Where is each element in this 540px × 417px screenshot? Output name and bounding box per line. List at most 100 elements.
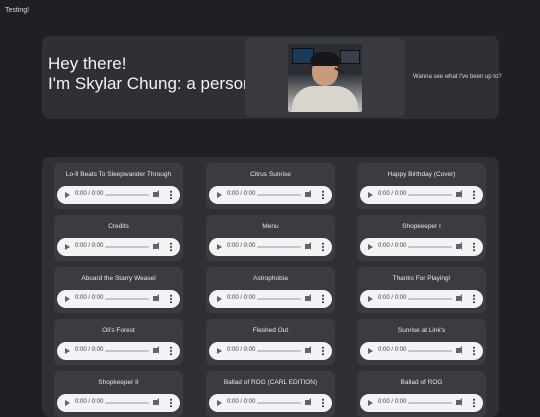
audio-player[interactable]: 0:00 / 0:00 <box>209 186 332 204</box>
volume-icon[interactable] <box>456 398 462 406</box>
seek-bar[interactable] <box>105 194 149 196</box>
seek-bar[interactable] <box>257 350 301 352</box>
audio-player[interactable]: 0:00 / 0:00 <box>360 186 483 204</box>
audio-player[interactable]: 0:00 / 0:00 <box>209 238 332 256</box>
track-title: Sunrise at Link's <box>397 327 446 334</box>
seek-bar[interactable] <box>257 402 301 404</box>
track-title: Lo-fi Beats To Sleepwander Through <box>65 171 172 178</box>
more-options-icon[interactable] <box>322 242 324 252</box>
seek-bar[interactable] <box>408 350 452 352</box>
play-icon[interactable] <box>368 296 373 302</box>
more-options-icon[interactable] <box>473 242 475 252</box>
volume-icon[interactable] <box>153 242 159 250</box>
play-icon[interactable] <box>368 348 373 354</box>
audio-grid: Lo-fi Beats To Sleepwander Through 0:00 /… <box>42 157 499 417</box>
audio-player[interactable]: 0:00 / 0:00 <box>57 186 180 204</box>
play-icon[interactable] <box>65 244 70 250</box>
track-card: Oli's Forest 0:00 / 0:00 <box>54 319 183 365</box>
time-display: 0:00 / 0:00 <box>75 347 104 353</box>
track-title: Happy Birthday (Cover) <box>387 171 456 178</box>
more-options-icon[interactable] <box>170 398 172 408</box>
more-options-icon[interactable] <box>170 346 172 356</box>
more-options-icon[interactable] <box>322 398 324 408</box>
projects-link[interactable]: Wanna see what I've been up to? <box>413 74 502 80</box>
volume-icon[interactable] <box>305 190 311 198</box>
volume-icon[interactable] <box>456 190 462 198</box>
more-options-icon[interactable] <box>170 294 172 304</box>
time-display: 0:00 / 0:00 <box>227 191 256 197</box>
volume-icon[interactable] <box>153 294 159 302</box>
volume-icon[interactable] <box>305 242 311 250</box>
volume-icon[interactable] <box>456 294 462 302</box>
more-options-icon[interactable] <box>170 242 172 252</box>
track-title: Ballad of ROG <box>400 379 443 386</box>
time-display: 0:00 / 0:00 <box>378 399 407 405</box>
volume-icon[interactable] <box>305 398 311 406</box>
more-options-icon[interactable] <box>473 398 475 408</box>
volume-icon[interactable] <box>153 398 159 406</box>
audio-player[interactable]: 0:00 / 0:00 <box>360 394 483 412</box>
audio-player[interactable]: 0:00 / 0:00 <box>209 342 332 360</box>
seek-bar[interactable] <box>257 298 301 300</box>
more-options-icon[interactable] <box>473 190 475 200</box>
time-display: 0:00 / 0:00 <box>227 399 256 405</box>
track-card: Happy Birthday (Cover) 0:00 / 0:00 <box>357 163 486 209</box>
seek-bar[interactable] <box>408 402 452 404</box>
volume-icon[interactable] <box>456 242 462 250</box>
play-icon[interactable] <box>217 192 222 198</box>
play-icon[interactable] <box>217 400 222 406</box>
play-icon[interactable] <box>65 192 70 198</box>
volume-icon[interactable] <box>305 294 311 302</box>
more-options-icon[interactable] <box>322 294 324 304</box>
play-icon[interactable] <box>368 400 373 406</box>
more-options-icon[interactable] <box>473 294 475 304</box>
seek-bar[interactable] <box>105 350 149 352</box>
photo-panel <box>245 38 405 117</box>
more-options-icon[interactable] <box>322 346 324 356</box>
play-icon[interactable] <box>65 400 70 406</box>
play-icon[interactable] <box>217 348 222 354</box>
time-display: 0:00 / 0:00 <box>227 295 256 301</box>
track-title: Menu <box>262 223 279 230</box>
audio-player[interactable]: 0:00 / 0:00 <box>57 290 180 308</box>
time-display: 0:00 / 0:00 <box>75 243 104 249</box>
audio-player[interactable]: 0:00 / 0:00 <box>360 290 483 308</box>
play-icon[interactable] <box>368 244 373 250</box>
seek-bar[interactable] <box>408 246 452 248</box>
volume-icon[interactable] <box>153 190 159 198</box>
play-icon[interactable] <box>217 296 222 302</box>
more-options-icon[interactable] <box>322 190 324 200</box>
track-card: Credits 0:00 / 0:00 <box>54 215 183 261</box>
audio-player[interactable]: 0:00 / 0:00 <box>57 238 180 256</box>
play-icon[interactable] <box>65 348 70 354</box>
audio-player[interactable]: 0:00 / 0:00 <box>57 394 180 412</box>
volume-icon[interactable] <box>305 346 311 354</box>
seek-bar[interactable] <box>105 298 149 300</box>
more-options-icon[interactable] <box>170 190 172 200</box>
audio-player[interactable]: 0:00 / 0:00 <box>209 394 332 412</box>
time-display: 0:00 / 0:00 <box>75 399 104 405</box>
time-display: 0:00 / 0:00 <box>378 243 407 249</box>
audio-player[interactable]: 0:00 / 0:00 <box>360 238 483 256</box>
volume-icon[interactable] <box>153 346 159 354</box>
track-title: Shopkeeper II <box>98 379 139 386</box>
track-card: Lo-fi Beats To Sleepwander Through 0:00 /… <box>54 163 183 209</box>
audio-player[interactable]: 0:00 / 0:00 <box>57 342 180 360</box>
more-options-icon[interactable] <box>473 346 475 356</box>
track-title: Ballad of ROG (CARL EDITION) <box>223 379 318 386</box>
seek-bar[interactable] <box>105 246 149 248</box>
seek-bar[interactable] <box>257 194 301 196</box>
seek-bar[interactable] <box>408 194 452 196</box>
time-display: 0:00 / 0:00 <box>378 295 407 301</box>
seek-bar[interactable] <box>105 402 149 404</box>
audio-player[interactable]: 0:00 / 0:00 <box>209 290 332 308</box>
audio-player[interactable]: 0:00 / 0:00 <box>360 342 483 360</box>
track-title: Credits <box>108 223 129 230</box>
hero-greeting: Hey there! <box>48 54 127 73</box>
seek-bar[interactable] <box>257 246 301 248</box>
seek-bar[interactable] <box>408 298 452 300</box>
play-icon[interactable] <box>368 192 373 198</box>
volume-icon[interactable] <box>456 346 462 354</box>
play-icon[interactable] <box>65 296 70 302</box>
play-icon[interactable] <box>217 244 222 250</box>
